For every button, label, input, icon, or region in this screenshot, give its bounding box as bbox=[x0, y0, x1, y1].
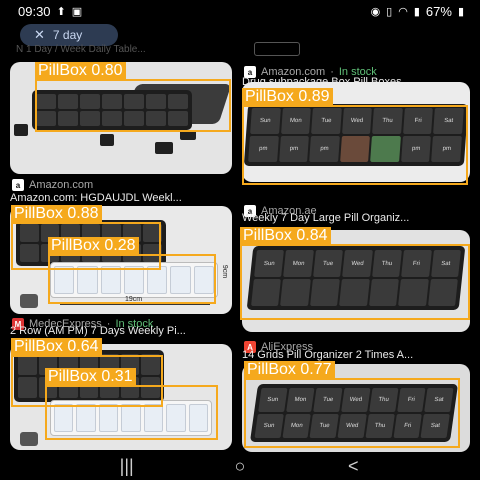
detection-box bbox=[48, 254, 216, 304]
detection-box bbox=[35, 79, 231, 132]
loose-compartment bbox=[155, 142, 173, 154]
faded-caption: N 1 Day / Week Daily Table... bbox=[16, 44, 146, 55]
amazon-icon: a bbox=[12, 179, 24, 191]
battery-icon: ▮ bbox=[457, 5, 464, 18]
detection-label: PillBox 0.77 bbox=[244, 361, 335, 379]
result-source-1[interactable]: a Amazon.com bbox=[12, 179, 93, 191]
result-title-1[interactable]: Amazon.com: HGDAUJDL Weekl... bbox=[10, 192, 232, 204]
filter-chip[interactable]: ✕ 7 day bbox=[20, 24, 118, 46]
upload-icon: ⬆ bbox=[56, 5, 66, 18]
gallery-icon: ▣ bbox=[71, 5, 83, 18]
detection-box bbox=[240, 244, 470, 320]
detection-label: PillBox 0.80 bbox=[35, 62, 126, 80]
status-bar: 09:30 ⬆ ▣ ◉ ▯ ◠ ▮ 67% ▮ bbox=[0, 0, 480, 22]
detection-label: PillBox 0.28 bbox=[48, 237, 139, 255]
navigation-bar: ||| ○ < bbox=[0, 452, 480, 480]
recents-button[interactable]: ||| bbox=[107, 456, 147, 477]
dimension-depth: 9cm bbox=[221, 264, 229, 279]
battery-percent: 67% bbox=[425, 3, 452, 19]
detection-label: PillBox 0.84 bbox=[240, 227, 331, 245]
detection-box bbox=[242, 105, 468, 185]
detection-label: PillBox 0.88 bbox=[11, 205, 102, 223]
wifi-icon: ◠ bbox=[398, 5, 408, 18]
detection-label: PillBox 0.64 bbox=[11, 338, 102, 356]
vibrate-icon: ▯ bbox=[386, 5, 393, 18]
result-title-3[interactable]: 2 Row (AM PM) 7 Days Weekly Pi... bbox=[10, 325, 232, 337]
faded-thumbnail bbox=[254, 42, 300, 56]
detection-box bbox=[45, 385, 218, 440]
loose-compartment bbox=[14, 124, 28, 136]
result-title-4[interactable]: Weekly 7 Day Large Pill Organiz... bbox=[242, 212, 470, 224]
back-button[interactable]: < bbox=[333, 456, 373, 477]
signal-icon: ▮ bbox=[413, 5, 420, 18]
result-title-2[interactable]: Drug subpackage Box,Pill Boxes,... bbox=[242, 76, 470, 88]
alarm-icon: ◉ bbox=[370, 5, 381, 18]
loose-compartment bbox=[100, 134, 114, 146]
dimension-line bbox=[60, 304, 210, 305]
detection-box bbox=[244, 378, 460, 448]
result-title-5[interactable]: 14 Grids Pill Organizer 2 Times A... bbox=[242, 349, 470, 361]
tag-icon bbox=[20, 294, 38, 308]
filter-chip-label: 7 day bbox=[52, 28, 83, 42]
tag-icon bbox=[20, 432, 38, 446]
close-icon[interactable]: ✕ bbox=[34, 27, 45, 43]
detection-label: PillBox 0.89 bbox=[242, 88, 333, 106]
detection-label: PillBox 0.31 bbox=[45, 368, 136, 386]
home-button[interactable]: ○ bbox=[220, 456, 260, 477]
status-time: 09:30 bbox=[18, 3, 51, 19]
